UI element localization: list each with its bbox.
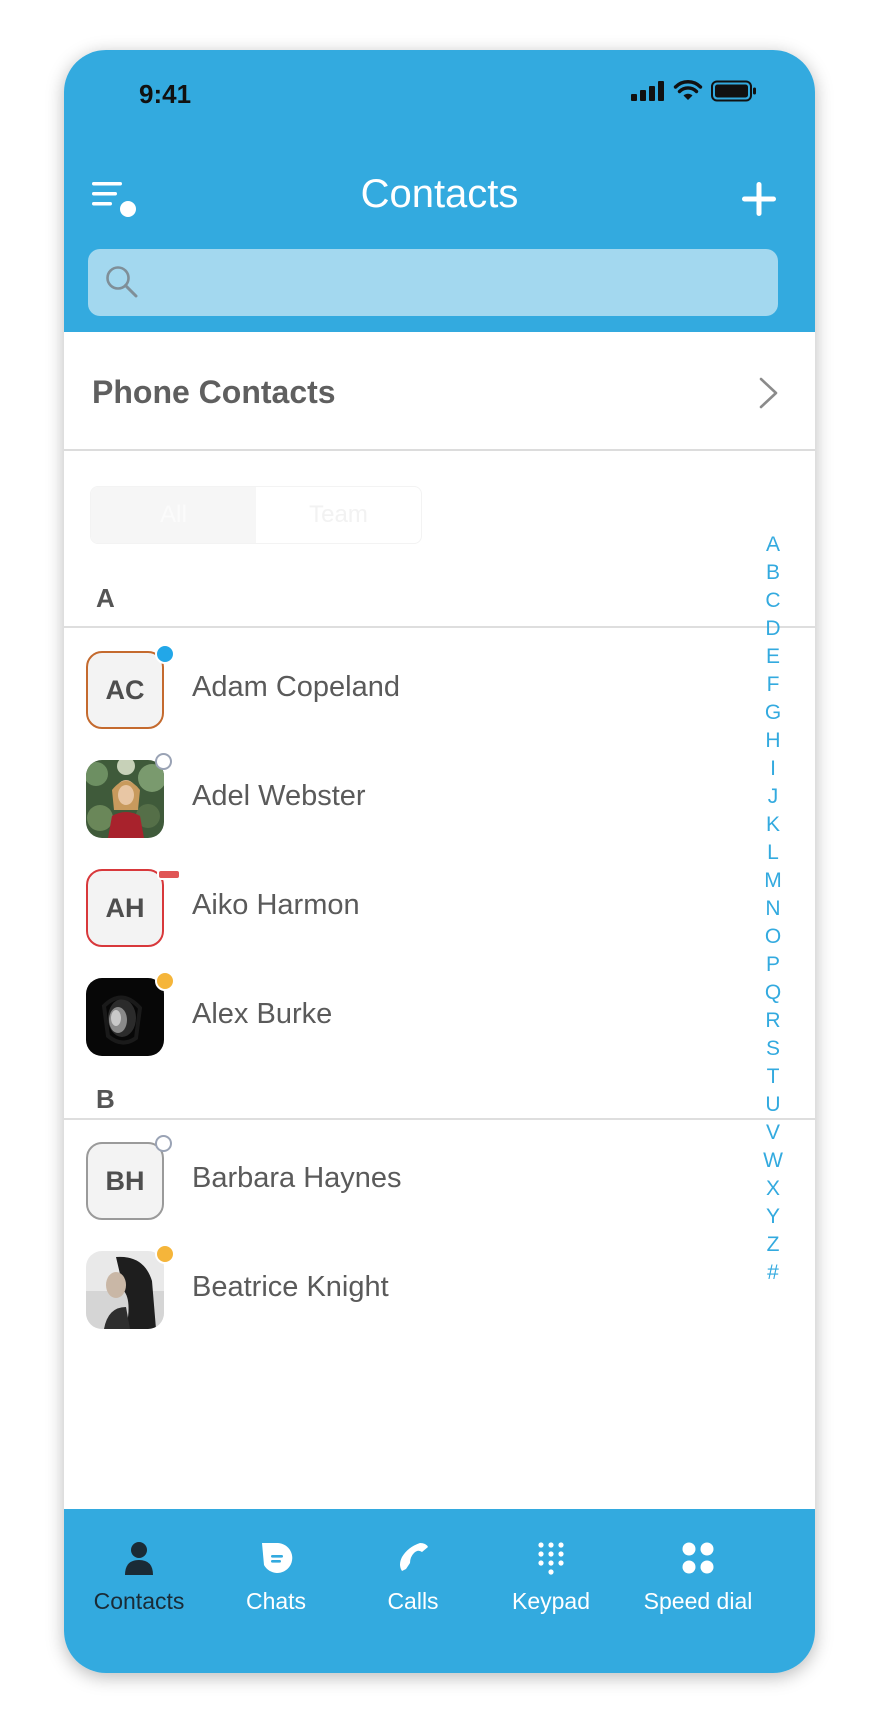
photo-dark-portrait-icon: [86, 978, 164, 1056]
phone-handset-icon: [400, 1543, 428, 1571]
contact-row-beatrice-knight[interactable]: Beatrice Knight: [64, 1237, 744, 1337]
battery-icon: [711, 80, 756, 102]
phone-frame: 9:41 Contacts Phone Contacts All Team A …: [64, 50, 815, 1673]
wifi-icon: [673, 80, 703, 100]
section-header-a: A: [96, 583, 115, 613]
search-bar[interactable]: [88, 249, 778, 318]
alphabet-index-letter[interactable]: L: [758, 839, 788, 867]
plus-icon: [742, 182, 776, 216]
alphabet-index-letter[interactable]: A: [758, 531, 788, 559]
alphabet-index-letter[interactable]: X: [758, 1175, 788, 1203]
tab-chats[interactable]: Chats: [201, 1509, 351, 1619]
alphabet-index-letter[interactable]: E: [758, 643, 788, 671]
app-header: 9:41 Contacts: [64, 50, 815, 332]
contact-name: Adam Copeland: [192, 671, 400, 703]
tab-keypad[interactable]: Keypad: [476, 1509, 626, 1619]
avatar: BH: [86, 1142, 164, 1220]
tab-label: Contacts: [93, 1588, 185, 1614]
alphabet-index-letter[interactable]: I: [758, 755, 788, 783]
alphabet-index-letter[interactable]: V: [758, 1119, 788, 1147]
status-away-icon: [155, 971, 175, 991]
contact-row-adel-webster[interactable]: Adel Webster: [64, 746, 744, 846]
alphabet-index-letter[interactable]: S: [758, 1035, 788, 1063]
tab-label: Calls: [387, 1588, 439, 1614]
search-icon: [106, 266, 138, 298]
tab-label: Keypad: [511, 1588, 590, 1614]
contact-row-barbara-haynes[interactable]: BH Barbara Haynes: [64, 1128, 744, 1228]
contact-name: Beatrice Knight: [192, 1271, 389, 1303]
alphabet-index-letter[interactable]: M: [758, 867, 788, 895]
phone-contacts-label: Phone Contacts: [92, 374, 336, 410]
alphabet-index-letter[interactable]: B: [758, 559, 788, 587]
alphabet-index-letter[interactable]: W: [758, 1147, 788, 1175]
tab-calls[interactable]: Calls: [338, 1509, 488, 1619]
phone-contacts-row[interactable]: Phone Contacts: [64, 332, 815, 451]
add-contact-button[interactable]: [740, 180, 778, 218]
tab-bar: Contacts Chats Calls Keypad Speed dial: [64, 1509, 815, 1673]
chevron-right-icon: [759, 377, 778, 409]
chat-bubble-icon: [262, 1543, 293, 1573]
alphabet-index-letter[interactable]: R: [758, 1007, 788, 1035]
alphabet-index-letter[interactable]: F: [758, 671, 788, 699]
contact-name: Barbara Haynes: [192, 1162, 402, 1194]
tab-speed-dial[interactable]: Speed dial: [613, 1509, 783, 1619]
contact-row-aiko-harmon[interactable]: AH Aiko Harmon: [64, 855, 744, 955]
contact-name: Alex Burke: [192, 998, 333, 1030]
person-icon: [125, 1542, 153, 1575]
alphabet-index-letter[interactable]: P: [758, 951, 788, 979]
segment-team[interactable]: Team: [256, 487, 421, 543]
alphabet-index-letter[interactable]: H: [758, 727, 788, 755]
alphabet-index-letter[interactable]: T: [758, 1063, 788, 1091]
alphabet-index-letter[interactable]: K: [758, 811, 788, 839]
segment-all[interactable]: All: [91, 487, 256, 543]
tab-label: Speed dial: [643, 1588, 753, 1614]
search-input[interactable]: [158, 249, 762, 318]
alphabet-index-letter[interactable]: G: [758, 699, 788, 727]
status-time: 9:41: [139, 79, 192, 109]
contact-name: Aiko Harmon: [192, 889, 360, 921]
photo-woman-foliage-icon: [86, 760, 164, 838]
alphabet-index-letter[interactable]: C: [758, 587, 788, 615]
alphabet-index-letter[interactable]: U: [758, 1091, 788, 1119]
alphabet-index-letter[interactable]: Q: [758, 979, 788, 1007]
avatar: AH: [86, 869, 164, 947]
contact-name: Adel Webster: [192, 780, 366, 812]
section-header-b: B: [96, 1084, 115, 1114]
keypad-icon: [538, 1542, 564, 1575]
alphabet-index-letter[interactable]: N: [758, 895, 788, 923]
status-available-icon: [155, 644, 175, 664]
tab-label: Chats: [245, 1588, 307, 1614]
contact-row-alex-burke[interactable]: Alex Burke: [64, 964, 744, 1064]
contact-row-adam-copeland[interactable]: AC Adam Copeland: [64, 637, 744, 737]
alphabet-index-letter[interactable]: O: [758, 923, 788, 951]
status-offline-icon: [155, 753, 172, 770]
section-divider: [64, 1118, 815, 1120]
status-offline-icon: [155, 1135, 172, 1152]
alphabet-index-letter[interactable]: J: [758, 783, 788, 811]
contacts-filter-segment[interactable]: All Team: [90, 486, 422, 544]
avatar: AC: [86, 651, 164, 729]
alphabet-index-letter[interactable]: D: [758, 615, 788, 643]
section-divider: [64, 626, 815, 628]
speed-dial-icon: [682, 1542, 714, 1574]
tab-contacts[interactable]: Contacts: [64, 1509, 214, 1619]
photo-woman-profile-icon: [86, 1251, 164, 1329]
alphabet-index-letter[interactable]: Z: [758, 1231, 788, 1259]
status-busy-icon: [157, 869, 181, 880]
status-away-icon: [155, 1244, 175, 1264]
page-title: Contacts: [360, 172, 519, 216]
alphabet-index-letter[interactable]: #: [758, 1259, 788, 1287]
alphabet-index[interactable]: A B C D E F G H I J K L M N O P Q R S T U V W X Y Z #: [758, 531, 788, 1287]
alphabet-index-letter[interactable]: Y: [758, 1203, 788, 1231]
status-icons: [631, 80, 757, 102]
signal-icon: [631, 81, 664, 101]
